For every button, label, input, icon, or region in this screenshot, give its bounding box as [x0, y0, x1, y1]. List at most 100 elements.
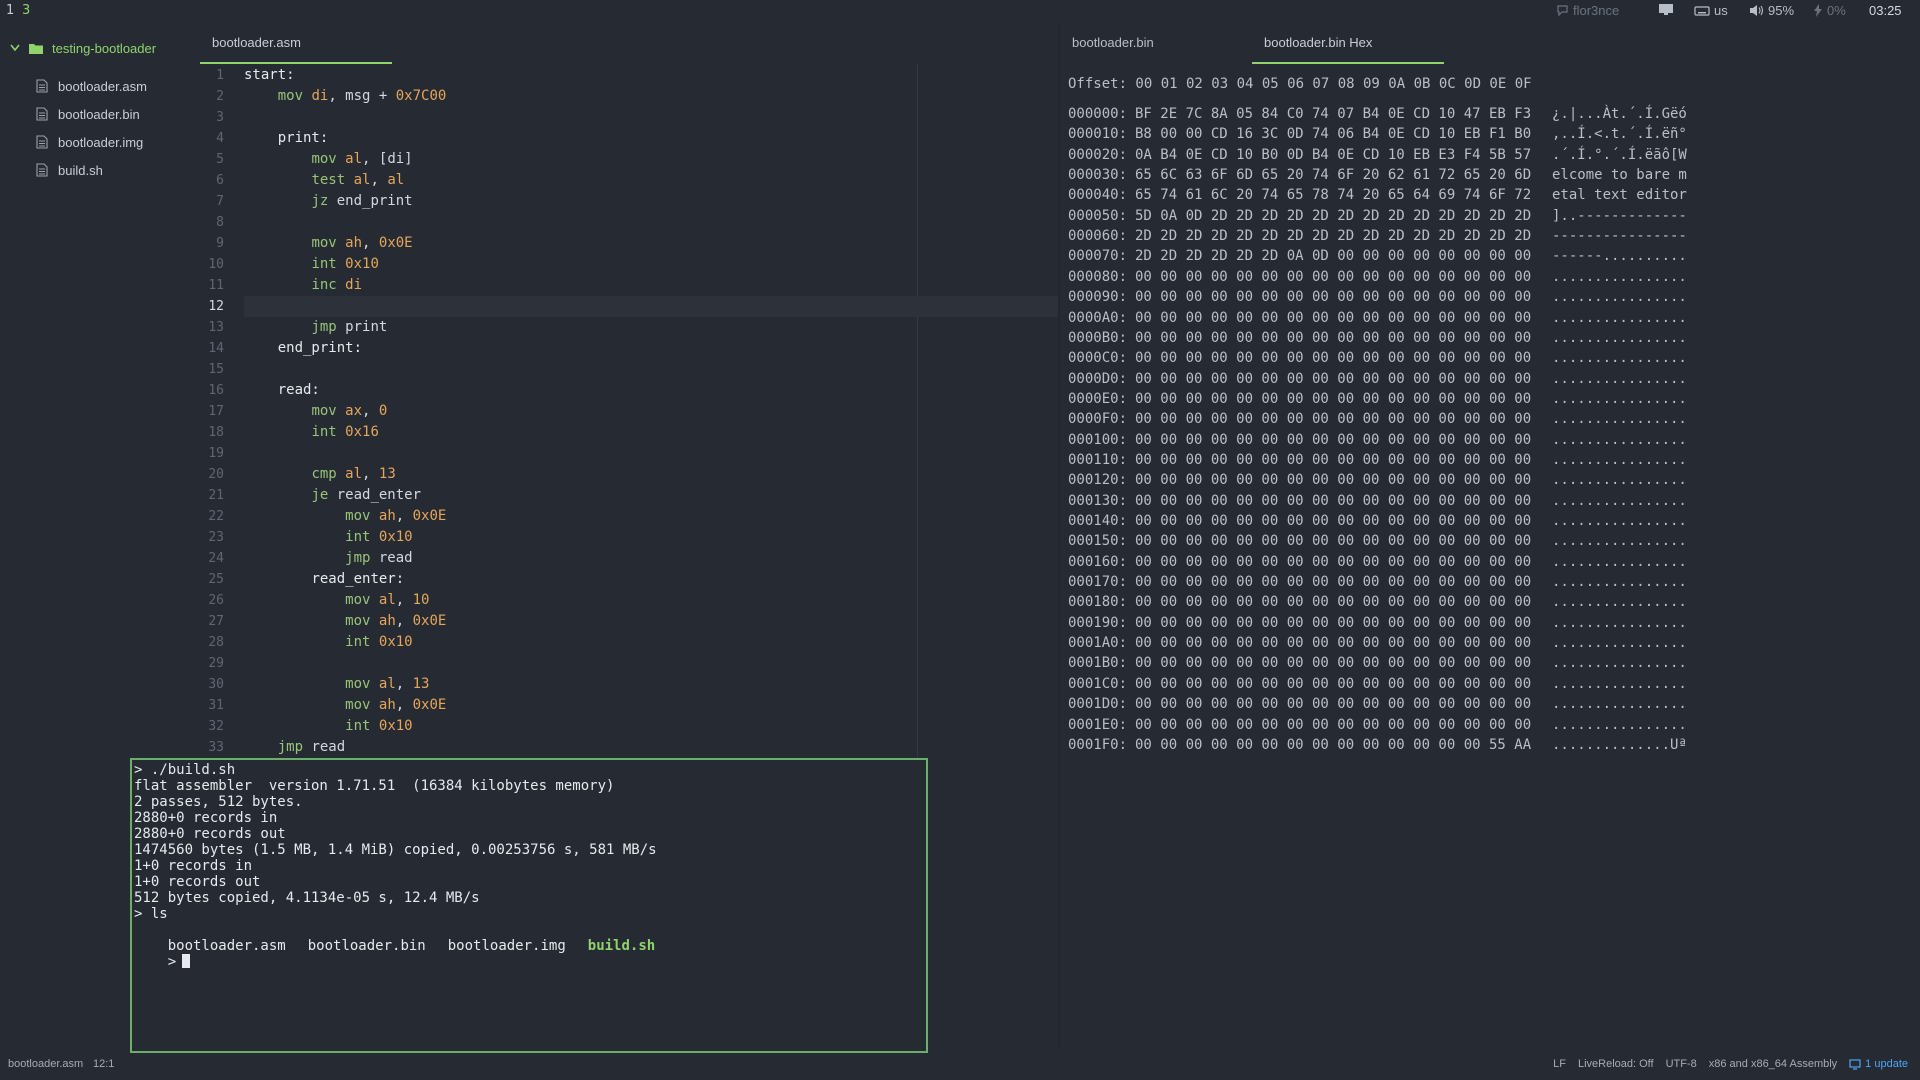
tree-file-bootloader-asm[interactable]: bootloader.asm: [36, 72, 147, 100]
status-livereload[interactable]: LiveReload: Off: [1578, 1058, 1654, 1070]
code-line[interactable]: 33 jmp read: [200, 737, 1058, 758]
code-line[interactable]: 26 mov al, 10: [200, 590, 1058, 611]
code-line[interactable]: 17 mov ax, 0: [200, 401, 1058, 422]
code-line[interactable]: 25 read_enter:: [200, 569, 1058, 590]
code-line[interactable]: 15: [200, 359, 1058, 380]
update-icon: [1849, 1058, 1861, 1070]
code-line[interactable]: 14 end_print:: [200, 338, 1058, 359]
terminal-line: 2880+0 records out: [134, 826, 286, 842]
tab-bootloader-bin-hex[interactable]: bootloader.bin Hex: [1252, 24, 1444, 64]
line-number[interactable]: 32: [200, 716, 224, 737]
tray-user[interactable]: flor3nce: [1556, 3, 1619, 18]
status-update[interactable]: 1 update: [1849, 1058, 1908, 1070]
line-number[interactable]: 16: [200, 380, 224, 401]
line-number[interactable]: 3: [200, 107, 224, 128]
status-cursor-position[interactable]: 12:1: [93, 1058, 114, 1070]
code-editor[interactable]: 1 start: 2 mov di, msg + 0x7C00 3 4 print: 5…: [200, 64, 1058, 764]
code-line[interactable]: 21 je read_enter: [200, 485, 1058, 506]
status-line-ending[interactable]: LF: [1553, 1058, 1566, 1070]
code-line[interactable]: 23 int 0x10: [200, 527, 1058, 548]
workspace-3[interactable]: 3: [22, 3, 30, 18]
line-number[interactable]: 10: [200, 254, 224, 275]
code-line[interactable]: 20 cmp al, 13: [200, 464, 1058, 485]
hex-view[interactable]: Offset: 00 01 02 03 04 05 06 07 08 09 0A…: [1068, 74, 1687, 753]
tree-file-build-sh[interactable]: build.sh: [36, 156, 147, 184]
code-line[interactable]: 2 mov di, msg + 0x7C00: [200, 86, 1058, 107]
hex-bytes: 00 00 00 00 00 00 00 00 00 00 00 00 00 0…: [1135, 310, 1532, 326]
code-line[interactable]: 3: [200, 107, 1058, 128]
code-line[interactable]: 22 mov ah, 0x0E: [200, 506, 1058, 527]
keyboard-icon: [1694, 5, 1710, 16]
project-folder[interactable]: testing-bootloader: [10, 38, 156, 58]
code-line[interactable]: 6 test al, al: [200, 170, 1058, 191]
line-number[interactable]: 4: [200, 128, 224, 149]
ls-entry: bootloader.asm: [167, 938, 286, 954]
status-encoding[interactable]: UTF-8: [1666, 1058, 1697, 1070]
code-line[interactable]: 8: [200, 212, 1058, 233]
line-number[interactable]: 29: [200, 653, 224, 674]
code-line[interactable]: 7 jz end_print: [200, 191, 1058, 212]
tray-keyboard[interactable]: us: [1694, 3, 1728, 18]
workspace-1[interactable]: 1: [6, 3, 14, 18]
line-number[interactable]: 22: [200, 506, 224, 527]
line-number[interactable]: 18: [200, 422, 224, 443]
line-number[interactable]: 14: [200, 338, 224, 359]
terminal-panel[interactable]: > ./build.sh flat assembler version 1.71.…: [130, 758, 928, 1053]
line-number[interactable]: 7: [200, 191, 224, 212]
code-line[interactable]: 12: [200, 296, 1058, 317]
tray-volume[interactable]: 95%: [1749, 3, 1794, 18]
code-line[interactable]: 1 start:: [200, 65, 1058, 86]
code-line[interactable]: 28 int 0x10: [200, 632, 1058, 653]
line-number[interactable]: 2: [200, 86, 224, 107]
code-line[interactable]: 19: [200, 443, 1058, 464]
tab-bootloader-bin[interactable]: bootloader.bin: [1072, 24, 1252, 64]
code-line[interactable]: 16 read:: [200, 380, 1058, 401]
line-number[interactable]: 19: [200, 443, 224, 464]
tray-battery[interactable]: 0%: [1813, 3, 1846, 18]
line-number[interactable]: 31: [200, 695, 224, 716]
line-number[interactable]: 15: [200, 359, 224, 380]
tree-file-bootloader-img[interactable]: bootloader.img: [36, 128, 147, 156]
code-line[interactable]: 11 inc di: [200, 275, 1058, 296]
line-number[interactable]: 33: [200, 737, 224, 758]
pane-divider[interactable]: [1058, 24, 1060, 1048]
line-number[interactable]: 1: [200, 65, 224, 86]
line-number[interactable]: 23: [200, 527, 224, 548]
code-line[interactable]: 30 mov al, 13: [200, 674, 1058, 695]
line-number[interactable]: 12: [200, 296, 224, 317]
line-number[interactable]: 9: [200, 233, 224, 254]
line-number[interactable]: 5: [200, 149, 224, 170]
status-grammar[interactable]: x86 and x86_64 Assembly: [1709, 1058, 1837, 1070]
code-line[interactable]: 4 print:: [200, 128, 1058, 149]
line-number[interactable]: 25: [200, 569, 224, 590]
status-file-path[interactable]: bootloader.asm: [8, 1058, 83, 1070]
code-line[interactable]: 27 mov ah, 0x0E: [200, 611, 1058, 632]
code-line[interactable]: 32 int 0x10: [200, 716, 1058, 737]
line-number[interactable]: 30: [200, 674, 224, 695]
line-number[interactable]: 17: [200, 401, 224, 422]
code-line[interactable]: 9 mov ah, 0x0E: [200, 233, 1058, 254]
line-number[interactable]: 11: [200, 275, 224, 296]
code-line[interactable]: 13 jmp print: [200, 317, 1058, 338]
code-line[interactable]: 29: [200, 653, 1058, 674]
line-number[interactable]: 13: [200, 317, 224, 338]
line-number[interactable]: 24: [200, 548, 224, 569]
code-line[interactable]: 18 int 0x16: [200, 422, 1058, 443]
line-number[interactable]: 27: [200, 611, 224, 632]
code-line[interactable]: 24 jmp read: [200, 548, 1058, 569]
line-number[interactable]: 6: [200, 170, 224, 191]
tree-file-bootloader-bin[interactable]: bootloader.bin: [36, 100, 147, 128]
code-line[interactable]: 31 mov ah, 0x0E: [200, 695, 1058, 716]
line-number[interactable]: 21: [200, 485, 224, 506]
line-number[interactable]: 26: [200, 590, 224, 611]
code-line[interactable]: 5 mov al, [di]: [200, 149, 1058, 170]
code-line[interactable]: 10 int 0x10: [200, 254, 1058, 275]
line-number[interactable]: 28: [200, 632, 224, 653]
line-number[interactable]: 8: [200, 212, 224, 233]
tab-bootloader-asm[interactable]: bootloader.asm: [200, 24, 392, 64]
tray-display[interactable]: [1658, 3, 1674, 16]
line-number[interactable]: 20: [200, 464, 224, 485]
